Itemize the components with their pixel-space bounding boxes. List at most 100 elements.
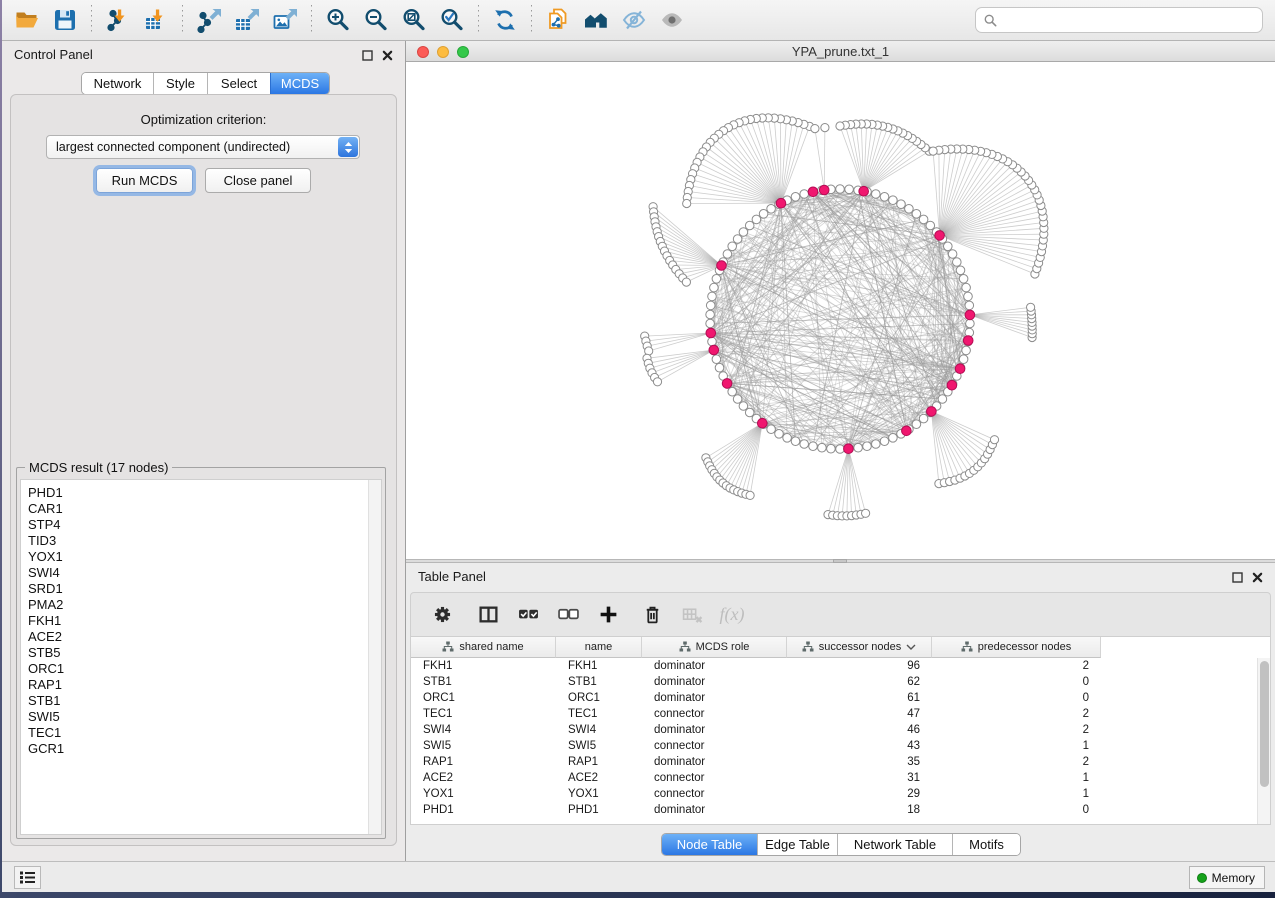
network-node[interactable] <box>759 210 768 219</box>
mcds-result-item[interactable]: STP4 <box>28 517 381 533</box>
table-scrollbar-thumb[interactable] <box>1260 661 1269 787</box>
network-node[interactable] <box>827 444 836 453</box>
network-node[interactable] <box>809 442 818 451</box>
network-node[interactable] <box>905 205 914 214</box>
network-node[interactable] <box>706 310 715 319</box>
function-builder-button[interactable]: f(x) <box>715 598 749 632</box>
show-all-button[interactable] <box>653 3 691 37</box>
zoom-out-button[interactable] <box>357 3 395 37</box>
mcds-result-item[interactable]: SWI5 <box>28 709 381 725</box>
network-node[interactable] <box>929 147 937 155</box>
table-row[interactable]: STB1STB1dominator620 <box>411 674 1257 690</box>
mcds-result-item[interactable]: SWI4 <box>28 565 381 581</box>
memory-button[interactable]: Memory <box>1189 866 1265 889</box>
network-node[interactable] <box>948 250 957 259</box>
delete-table-button[interactable] <box>675 598 709 632</box>
mcds-selected-node[interactable] <box>844 444 854 454</box>
mcds-selected-node[interactable] <box>709 345 719 355</box>
network-node[interactable] <box>728 242 737 251</box>
zoom-in-button[interactable] <box>319 3 357 37</box>
mcds-selected-node[interactable] <box>947 380 957 390</box>
export-network-button[interactable] <box>190 3 228 37</box>
mcds-selected-node[interactable] <box>902 426 912 436</box>
network-node[interactable] <box>863 442 872 451</box>
network-node[interactable] <box>880 437 889 446</box>
mcds-result-item[interactable]: STB1 <box>28 693 381 709</box>
network-node[interactable] <box>775 430 784 439</box>
show-panels-list-button[interactable] <box>14 866 41 889</box>
refresh-view-button[interactable] <box>486 3 524 37</box>
network-node[interactable] <box>821 124 829 132</box>
mcds-selected-node[interactable] <box>758 418 768 428</box>
network-node[interactable] <box>791 437 800 446</box>
network-node[interactable] <box>1027 303 1035 311</box>
mcds-selected-node[interactable] <box>927 407 937 417</box>
mcds-result-item[interactable]: PMA2 <box>28 597 381 613</box>
network-node[interactable] <box>889 196 898 205</box>
network-node[interactable] <box>708 337 717 346</box>
table-row[interactable]: FKH1FKH1dominator962 <box>411 658 1257 674</box>
network-node[interactable] <box>752 215 761 224</box>
export-table-button[interactable] <box>228 3 266 37</box>
network-canvas[interactable] <box>406 62 1275 559</box>
network-node[interactable] <box>964 292 973 301</box>
network-node[interactable] <box>723 250 732 259</box>
network-node[interactable] <box>938 395 947 404</box>
network-node[interactable] <box>919 215 928 224</box>
mcds-result-item[interactable]: FKH1 <box>28 613 381 629</box>
save-session-button[interactable] <box>46 3 84 37</box>
mcds-result-list[interactable]: PHD1CAR1STP4TID3YOX1SWI4SRD1PMA2FKH1ACE2… <box>20 479 382 835</box>
network-node[interactable] <box>733 235 742 244</box>
mcds-list-scrollbar[interactable] <box>368 480 381 834</box>
network-window-titlebar[interactable]: YPA_prune.txt_1 <box>406 41 1275 62</box>
close-panel-icon[interactable] <box>1252 570 1263 588</box>
network-node[interactable] <box>966 319 975 328</box>
mcds-selected-node[interactable] <box>965 310 975 320</box>
network-node[interactable] <box>728 387 737 396</box>
mcds-result-item[interactable]: SRD1 <box>28 581 381 597</box>
network-node[interactable] <box>653 378 661 386</box>
mcds-result-item[interactable]: ORC1 <box>28 661 381 677</box>
network-node[interactable] <box>708 292 717 301</box>
optimization-criterion-select[interactable]: largest connected component (undirected) <box>46 135 360 159</box>
mcds-selected-node[interactable] <box>859 186 869 196</box>
mcds-selected-node[interactable] <box>706 328 716 338</box>
mcds-selected-node[interactable] <box>776 198 786 208</box>
network-node[interactable] <box>962 283 971 292</box>
select-all-rows-button[interactable] <box>511 598 545 632</box>
tab-motifs[interactable]: Motifs <box>952 834 1020 855</box>
close-panel-icon[interactable] <box>382 48 393 66</box>
import-table-from-file-button[interactable] <box>137 3 175 37</box>
network-node[interactable] <box>912 210 921 219</box>
network-node[interactable] <box>818 443 827 452</box>
search-input[interactable] <box>1003 13 1254 27</box>
mcds-selected-node[interactable] <box>955 364 965 374</box>
network-node[interactable] <box>854 443 863 452</box>
hide-selected-button[interactable] <box>615 3 653 37</box>
network-node[interactable] <box>682 278 690 286</box>
table-row[interactable]: YOX1YOX1connector291 <box>411 786 1257 802</box>
network-node[interactable] <box>959 355 968 364</box>
tab-select[interactable]: Select <box>207 73 270 94</box>
float-panel-icon[interactable] <box>362 48 373 66</box>
import-network-from-file-button[interactable] <box>99 3 137 37</box>
show-columns-button[interactable] <box>471 598 505 632</box>
network-node[interactable] <box>706 301 715 310</box>
mcds-selected-node[interactable] <box>717 261 727 271</box>
mcds-result-item[interactable]: GCR1 <box>28 741 381 757</box>
table-settings-button[interactable] <box>425 598 459 632</box>
network-node[interactable] <box>706 319 715 328</box>
network-node[interactable] <box>962 346 971 355</box>
network-node[interactable] <box>733 395 742 404</box>
network-node[interactable] <box>710 283 719 292</box>
tab-edge-table[interactable]: Edge Table <box>757 834 837 855</box>
network-node[interactable] <box>956 266 965 275</box>
column-header-predecessor-nodes[interactable]: predecessor nodes <box>932 637 1101 658</box>
mcds-result-item[interactable]: TEC1 <box>28 725 381 741</box>
first-neighbors-button[interactable] <box>577 3 615 37</box>
network-node[interactable] <box>872 440 881 449</box>
tab-style[interactable]: Style <box>153 73 207 94</box>
network-node[interactable] <box>767 205 776 214</box>
mcds-selected-node[interactable] <box>808 187 818 197</box>
network-node[interactable] <box>845 185 854 194</box>
